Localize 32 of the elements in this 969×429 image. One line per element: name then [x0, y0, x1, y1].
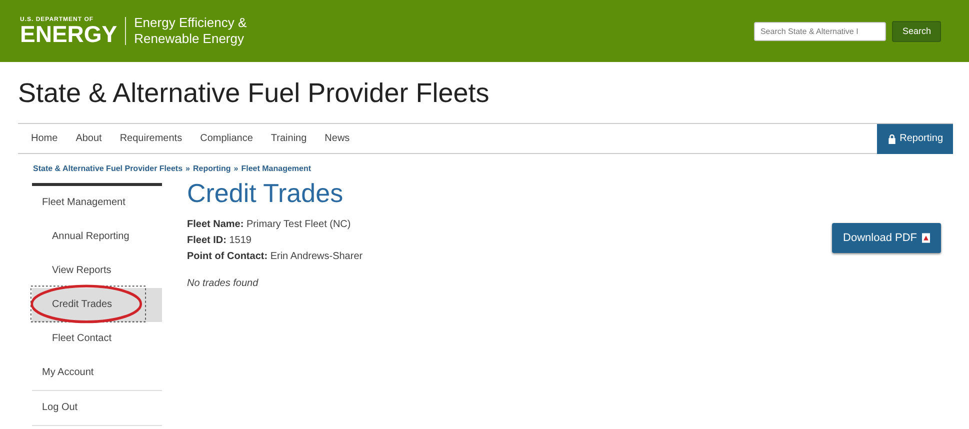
nav-tab[interactable]: About	[76, 133, 102, 144]
download-pdf-button[interactable]: Download PDF	[832, 223, 941, 253]
lock-icon	[886, 134, 897, 144]
pdf-icon	[922, 233, 930, 243]
sidebar-item[interactable]: Fleet Contact	[32, 322, 162, 356]
search-field[interactable]: Search State & Alternative I	[754, 22, 886, 40]
office-name: Renewable Energy	[134, 31, 245, 47]
breadcrumb-separator: »	[234, 164, 238, 173]
logo-wordmark: ENERGY	[20, 23, 118, 45]
sidebar-item[interactable]: Annual Reporting	[32, 220, 162, 254]
search-button[interactable]: Search	[892, 20, 941, 42]
sidebar-item[interactable]: Fleet Management	[32, 186, 162, 220]
empty-message: No trades found	[187, 278, 260, 289]
breadcrumb-link[interactable]: Reporting	[192, 164, 231, 173]
sidebar-item[interactable]: My Account	[32, 356, 162, 391]
breadcrumb-separator: »	[186, 164, 190, 173]
site-title: State & Alternative Fuel Provider Fleets	[18, 78, 490, 110]
nav-tab[interactable]: Reporting	[876, 124, 953, 154]
fleet-detail: Fleet ID: 1519	[187, 235, 252, 246]
sidebar-item[interactable]: View Reports	[32, 254, 162, 288]
page-heading: Credit Trades	[187, 178, 344, 209]
breadcrumb-link[interactable]: State & Alternative Fuel Provider Fleets	[33, 164, 183, 173]
office-name: Energy Efficiency &	[134, 15, 247, 31]
breadcrumb-link[interactable]: Fleet Management	[241, 164, 312, 173]
nav-tab[interactable]: News	[324, 133, 350, 144]
fleet-detail: Point of Contact: Erin Andrews-Sharer	[187, 251, 364, 262]
nav-tab[interactable]: Compliance	[200, 133, 253, 144]
fleet-detail: Fleet Name: Primary Test Fleet (NC)	[187, 219, 352, 230]
nav-tab[interactable]: Training	[270, 133, 307, 144]
nav-tab[interactable]: Home	[31, 133, 58, 144]
nav-tab[interactable]: Requirements	[120, 133, 182, 144]
sidebar-item[interactable]: Log Out	[32, 391, 162, 426]
